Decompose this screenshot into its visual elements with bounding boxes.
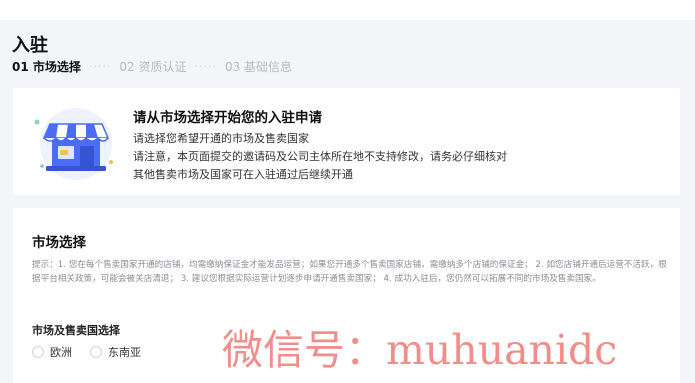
intro-line-3: 其他售卖市场及国家可在入驻通过后继续开通 — [133, 168, 353, 181]
step-separator: ····· — [88, 60, 112, 73]
storefront-icon — [34, 108, 113, 180]
market-section-title: 市场选择 — [32, 235, 86, 251]
step-indicator: 01 市场选择 ····· 02 资质认证 ····· 03 基础信息 — [12, 58, 292, 75]
market-hint-text: 提示：1. 您在每个售卖国家开通的店铺，均需缴纳保证金才能发品运营；如果您开通多… — [32, 260, 667, 284]
intro-card: 请从市场选择开始您的入驻申请 请选择您希望开通的市场及售卖国家 请注意，本页面提… — [13, 88, 680, 195]
step-market-selection: 01 市场选择 — [12, 60, 81, 74]
region-radio-group: 欧洲 东南亚 — [32, 344, 141, 360]
step-basic-info: 03 基础信息 — [224, 60, 293, 74]
radio-circle[interactable] — [90, 346, 102, 358]
radio-southeast-asia[interactable]: 东南亚 — [90, 344, 141, 360]
intro-line-1: 请选择您希望开通的市场及售卖国家 — [133, 132, 309, 145]
intro-line-2: 请注意，本页面提交的邀请码及公司主体所在地不支持修改，请务必仔细核对 — [133, 150, 507, 163]
step-qualification: 02 资质认证 — [119, 60, 187, 74]
radio-circle[interactable] — [32, 346, 44, 358]
radio-europe[interactable]: 欧洲 — [32, 344, 72, 360]
radio-label: 欧洲 — [50, 346, 72, 359]
step-separator: ····· — [194, 60, 217, 73]
intro-heading: 请从市场选择开始您的入驻申请 — [133, 110, 322, 126]
page-title: 入驻 — [12, 35, 48, 56]
region-label: 市场及售卖国选择 — [32, 324, 120, 337]
radio-label: 东南亚 — [108, 346, 141, 359]
watermark-text: 微信号：muhuanidc — [222, 326, 618, 374]
